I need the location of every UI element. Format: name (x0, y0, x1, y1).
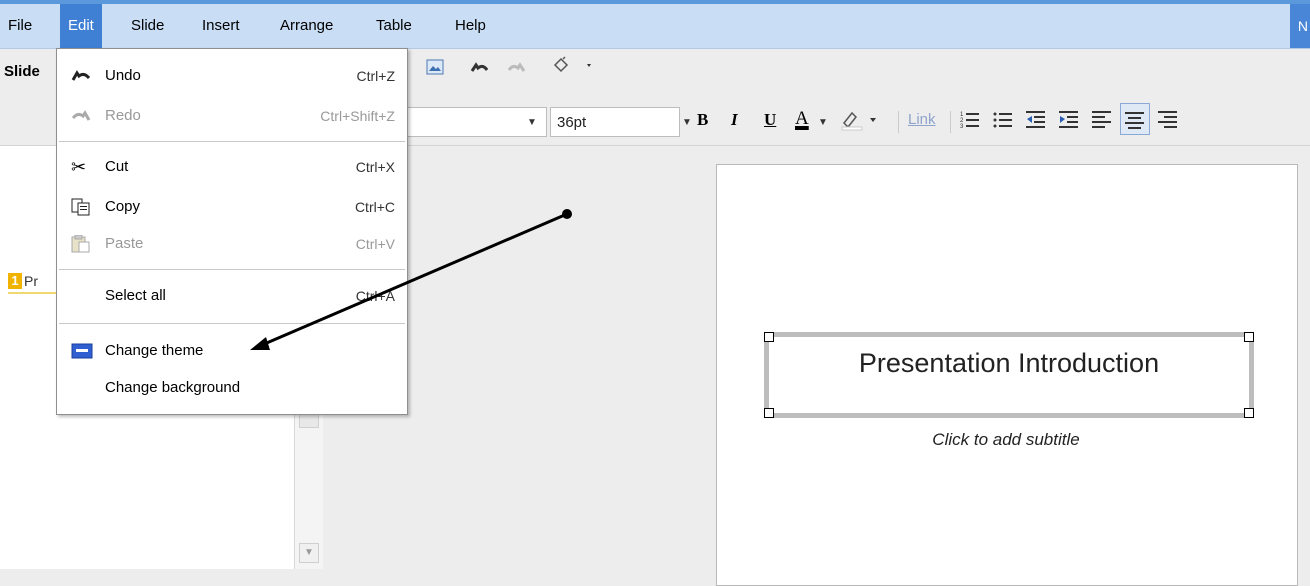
annotation-arrow (250, 209, 572, 350)
